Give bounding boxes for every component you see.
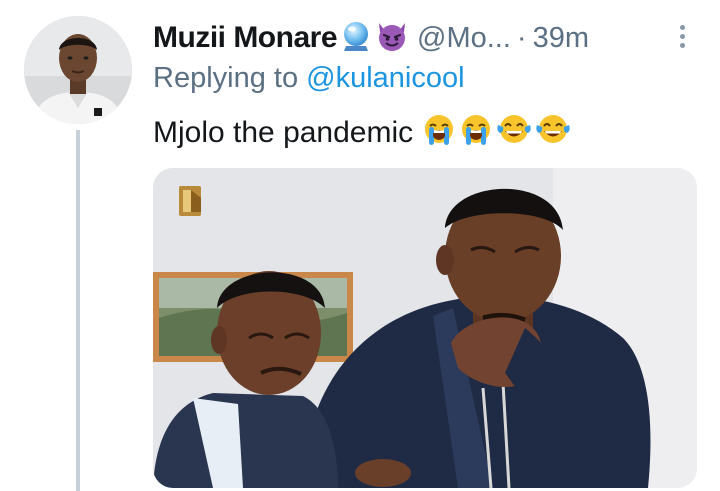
more-options-icon[interactable]: [672, 22, 692, 54]
loudly-crying-face-icon: [458, 112, 494, 154]
replying-to-line: Replying to @kulanicool: [153, 62, 465, 95]
channel-logo-icon: [179, 186, 201, 216]
timestamp[interactable]: 39m: [533, 22, 589, 55]
separator-dot: ·: [516, 21, 527, 54]
display-name[interactable]: Muzii Monare: [153, 21, 338, 55]
smiling-devil-icon: [375, 20, 409, 57]
replying-to-mention[interactable]: @kulanicool: [306, 62, 464, 94]
tweet-media-image[interactable]: [153, 168, 697, 488]
crystal-ball-icon: [341, 20, 371, 57]
user-handle[interactable]: @Mo...: [417, 22, 511, 55]
replying-to-label: Replying to: [153, 62, 307, 94]
tweet-text: Mjolo the pandemic: [153, 112, 572, 154]
tweet-header: Muzii Monare @Mo... · 39m: [153, 16, 692, 60]
loudly-crying-face-icon: [421, 112, 457, 154]
avatar[interactable]: [24, 16, 132, 124]
thread-connector-line: [76, 130, 80, 491]
tweet-emojis: [421, 112, 572, 154]
tweet-body: Mjolo the pandemic: [153, 116, 414, 149]
tears-of-joy-face-icon: [534, 112, 572, 154]
tweet[interactable]: Muzii Monare @Mo... · 39m Replying to @k…: [0, 0, 720, 491]
tears-of-joy-face-icon: [495, 112, 533, 154]
